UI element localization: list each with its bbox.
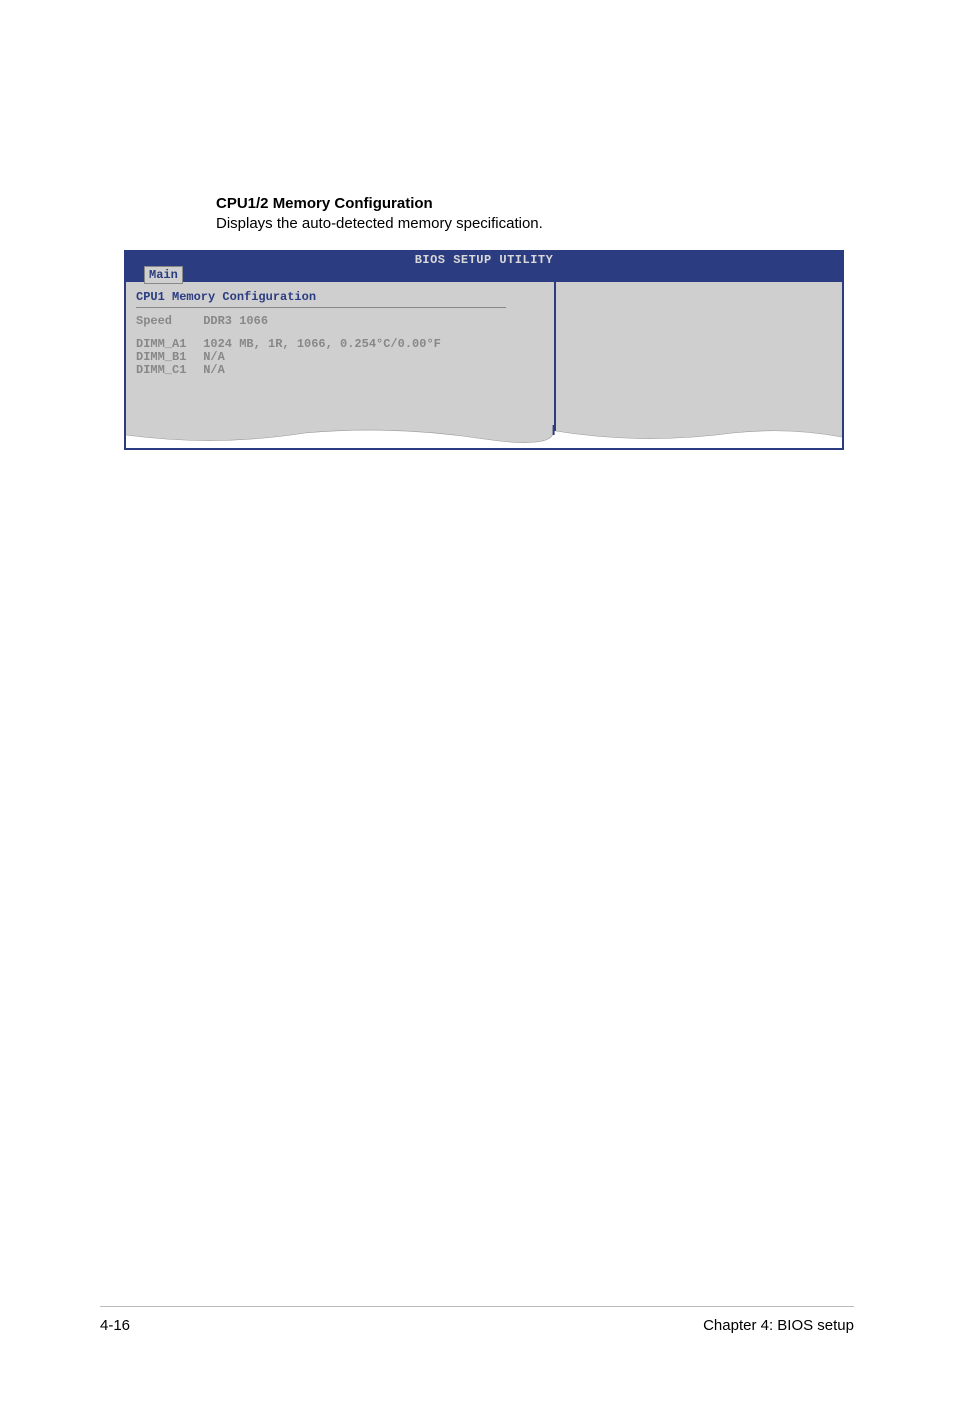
chapter-label: Chapter 4: BIOS setup [703, 1317, 854, 1334]
bios-dimm-row: DIMM_C1 N/A [136, 364, 544, 377]
bios-body: CPU1 Memory Configuration Speed DDR3 106… [126, 282, 842, 448]
bios-speed-label: Speed [136, 314, 196, 328]
bios-dimm-value: N/A [203, 363, 225, 377]
bios-speed-value: DDR3 1066 [203, 314, 268, 328]
bios-header: BIOS SETUP UTILITY Main [126, 252, 842, 282]
page-number: 4-16 [100, 1317, 130, 1334]
bios-speed-row: Speed DDR3 1066 [136, 314, 544, 328]
bios-dimm-label: DIMM_C1 [136, 364, 196, 377]
bios-window: BIOS SETUP UTILITY Main CPU1 Memory Conf… [124, 250, 844, 450]
page-footer: 4-16 Chapter 4: BIOS setup [100, 1306, 854, 1334]
bios-dimm-value: N/A [203, 350, 225, 364]
bios-right-panel [556, 282, 842, 448]
bios-utility-title: BIOS SETUP UTILITY [415, 253, 554, 267]
heading-desc: Displays the auto-detected memory specif… [216, 215, 854, 232]
heading-title: CPU1/2 Memory Configuration [216, 195, 854, 212]
bios-dimm-value: 1024 MB, 1R, 1066, 0.254°C/0.00°F [203, 337, 441, 351]
bios-section-title: CPU1 Memory Configuration [136, 290, 506, 308]
bios-left-panel: CPU1 Memory Configuration Speed DDR3 106… [126, 282, 556, 448]
bios-tab-main: Main [144, 266, 183, 284]
torn-edge-icon [126, 425, 842, 449]
